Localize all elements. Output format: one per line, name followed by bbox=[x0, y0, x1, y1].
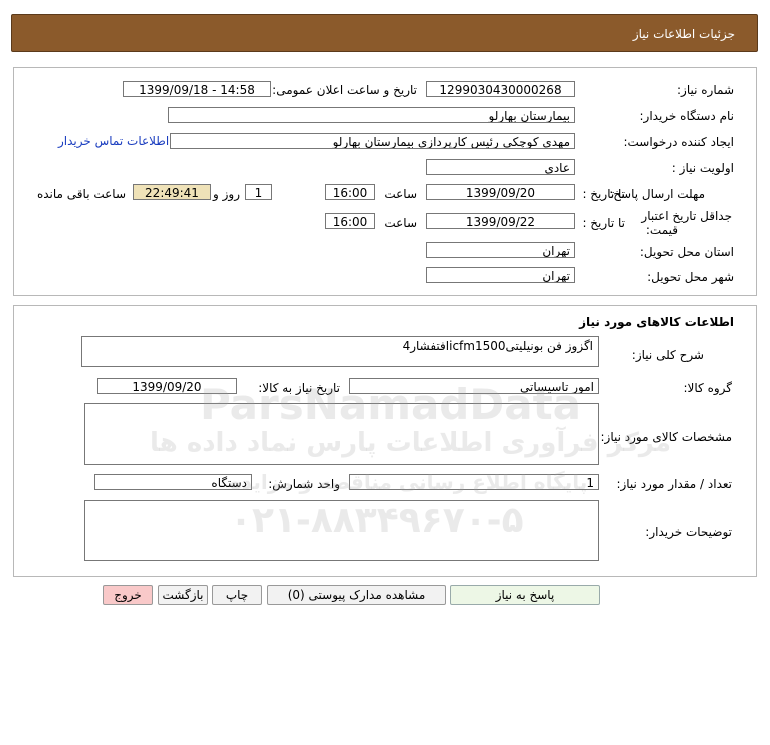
quantity-label: تعداد / مقدار مورد نیاز: bbox=[616, 477, 732, 491]
validity-to-date-label: تا تاریخ : bbox=[582, 216, 625, 230]
general-description-field: اگزوز فن بونیلیتیicfm1500افتفشار4 bbox=[81, 336, 599, 367]
days-remaining-field: 1 bbox=[245, 184, 272, 200]
buyer-contact-link[interactable]: اطلاعات تماس خریدار bbox=[58, 134, 169, 148]
need-number-label: شماره نیاز: bbox=[677, 83, 734, 97]
unit-label: واحد شمارش: bbox=[268, 477, 340, 491]
goods-specs-label: مشخصات کالای مورد نیاز: bbox=[600, 430, 732, 444]
goods-group-label: گروه کالا: bbox=[683, 381, 733, 395]
deadline-time-label: ساعت bbox=[384, 187, 417, 201]
general-description-label: شرح کلی نیاز: bbox=[631, 348, 704, 362]
buyer-notes-field bbox=[84, 500, 599, 561]
creator-field: مهدی کوچکی رئیس کارپردازی بیمارستان بهار… bbox=[170, 133, 575, 149]
remaining-time-label: ساعت باقی مانده bbox=[36, 187, 126, 201]
validity-time-label: ساعت bbox=[384, 216, 417, 230]
need-date-field: 1399/09/20 bbox=[97, 378, 237, 394]
deadline-to-date-label: تا تاریخ : bbox=[582, 187, 625, 201]
days-label: روز و bbox=[213, 187, 240, 201]
deadline-time-field: 16:00 bbox=[325, 184, 375, 200]
remaining-time-field: 22:49:41 bbox=[133, 184, 211, 200]
priority-field: عادي bbox=[426, 159, 575, 175]
need-number-field: 1299030430000268 bbox=[426, 81, 575, 97]
buyer-notes-label: توضیحات خریدار: bbox=[645, 525, 732, 539]
view-attachments-button[interactable]: مشاهده مدارک پیوستی (0) bbox=[267, 585, 446, 605]
buyer-org-field: بیمارستان بهارلو bbox=[168, 107, 575, 123]
quantity-field: 1 bbox=[349, 474, 599, 490]
deadline-date-field: 1399/09/20 bbox=[426, 184, 575, 200]
price-validity-label: جداقل تاریخ اعتبار bbox=[641, 209, 732, 223]
delivery-city-label: شهر محل تحویل: bbox=[647, 270, 734, 284]
announce-datetime-field: 1399/09/18 - 14:58 bbox=[123, 81, 271, 97]
print-button[interactable]: چاپ bbox=[212, 585, 262, 605]
delivery-province-field: تهران bbox=[426, 242, 575, 258]
page-header: جزئیات اطلاعات نیاز bbox=[11, 14, 758, 52]
reply-to-need-button[interactable]: پاسخ به نیاز bbox=[450, 585, 600, 605]
need-date-label: تاریخ نیاز به کالا: bbox=[258, 381, 340, 395]
buyer-org-label: نام دستگاه خریدار: bbox=[639, 109, 735, 123]
delivery-province-label: استان محل تحویل: bbox=[639, 245, 734, 259]
price-validity-label-2: قیمت: bbox=[645, 223, 678, 237]
exit-button[interactable]: خروج bbox=[103, 585, 153, 605]
delivery-city-field: تهران bbox=[426, 267, 575, 283]
goods-group-field: امور تاسیساتی bbox=[349, 378, 599, 394]
back-button[interactable]: بازگشت bbox=[158, 585, 208, 605]
creator-label: ایجاد کننده درخواست: bbox=[623, 135, 734, 149]
priority-label: اولویت نیاز : bbox=[671, 161, 734, 175]
need-details-panel bbox=[13, 67, 757, 296]
page-title: جزئیات اطلاعات نیاز bbox=[632, 27, 735, 41]
unit-field: دستگاه bbox=[94, 474, 252, 490]
validity-time-field: 16:00 bbox=[325, 213, 375, 229]
goods-specs-field bbox=[84, 403, 599, 465]
announce-datetime-label: تاریخ و ساعت اعلان عمومی: bbox=[272, 83, 417, 97]
goods-section-title: اطلاعات کالاهای مورد نیاز bbox=[579, 315, 734, 329]
validity-date-field: 1399/09/22 bbox=[426, 213, 575, 229]
